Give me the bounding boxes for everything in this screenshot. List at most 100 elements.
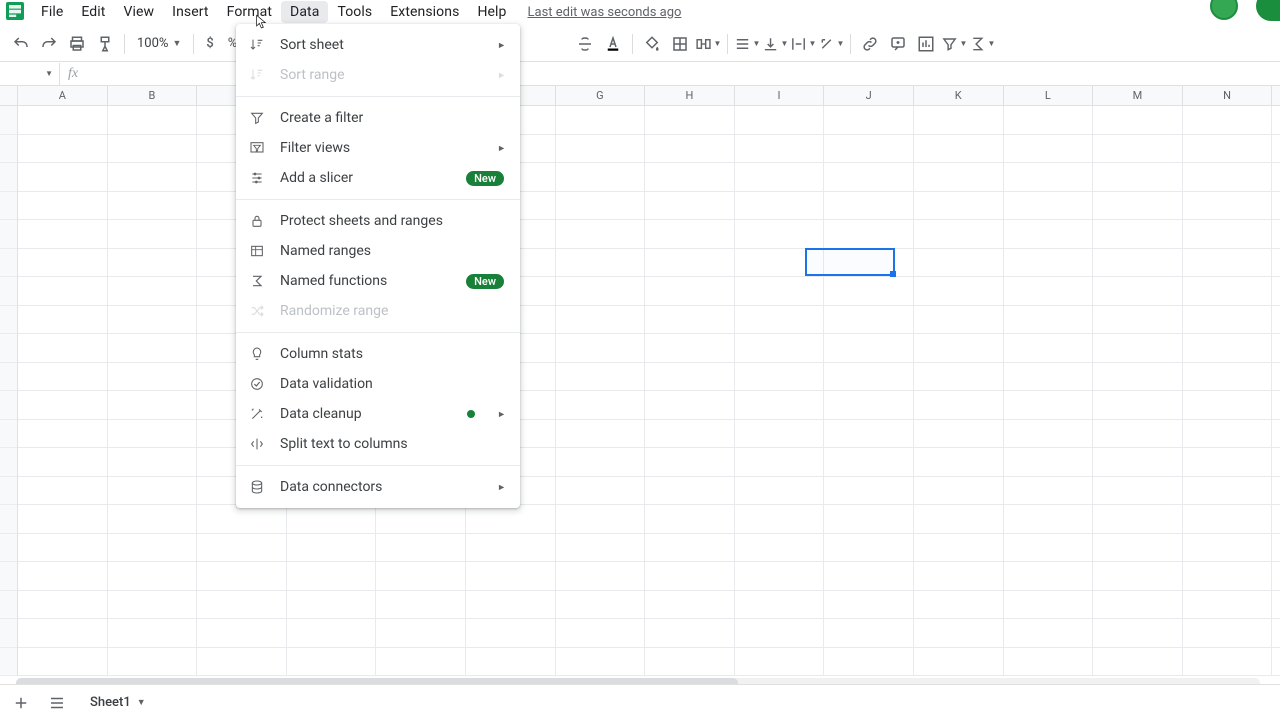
cell[interactable] <box>824 562 914 590</box>
cell[interactable] <box>18 135 108 163</box>
cell[interactable] <box>556 391 646 419</box>
cell[interactable] <box>1183 505 1273 533</box>
cell[interactable] <box>914 534 1004 562</box>
redo-button[interactable] <box>36 31 62 57</box>
cell[interactable] <box>108 163 198 191</box>
insert-comment-button[interactable] <box>885 31 911 57</box>
cell[interactable] <box>645 648 735 676</box>
cell[interactable] <box>108 420 198 448</box>
cell[interactable] <box>1004 220 1094 248</box>
row-header[interactable] <box>0 534 17 563</box>
cell[interactable] <box>466 505 556 533</box>
cell[interactable] <box>824 391 914 419</box>
cell[interactable] <box>1183 363 1273 391</box>
cell[interactable] <box>1093 106 1183 134</box>
cell[interactable] <box>556 334 646 362</box>
account-avatar[interactable] <box>1210 0 1238 20</box>
cell[interactable] <box>197 648 287 676</box>
menu-help[interactable]: Help <box>468 1 515 23</box>
cell[interactable] <box>108 619 198 647</box>
row-header[interactable] <box>0 648 17 677</box>
cell[interactable] <box>1093 192 1183 220</box>
cell[interactable] <box>376 648 466 676</box>
cell[interactable] <box>466 591 556 619</box>
row-header[interactable] <box>0 562 17 591</box>
cell[interactable] <box>18 562 108 590</box>
cell[interactable] <box>466 648 556 676</box>
undo-button[interactable] <box>8 31 34 57</box>
menu-item-data-cleanup[interactable]: Data cleanup► <box>236 399 520 429</box>
cell[interactable] <box>556 591 646 619</box>
cell[interactable] <box>1093 619 1183 647</box>
row-header[interactable] <box>0 277 17 306</box>
menu-data[interactable]: Data <box>281 1 328 23</box>
cell[interactable] <box>1183 648 1273 676</box>
menu-format[interactable]: Format <box>218 1 281 23</box>
cell[interactable] <box>1093 306 1183 334</box>
cell[interactable] <box>18 420 108 448</box>
horizontal-align-button[interactable]: ▼ <box>734 31 760 57</box>
cell[interactable] <box>108 135 198 163</box>
cell[interactable] <box>645 249 735 277</box>
cell[interactable] <box>914 420 1004 448</box>
cell[interactable] <box>914 249 1004 277</box>
cell[interactable] <box>1004 163 1094 191</box>
cell[interactable] <box>824 334 914 362</box>
cell[interactable] <box>645 448 735 476</box>
cell[interactable] <box>287 562 377 590</box>
row-header[interactable] <box>0 448 17 477</box>
cell[interactable] <box>1004 106 1094 134</box>
cell[interactable] <box>824 163 914 191</box>
menu-item-data-validation[interactable]: Data validation <box>236 369 520 399</box>
cell[interactable] <box>645 391 735 419</box>
row-header[interactable] <box>0 505 17 534</box>
cell[interactable] <box>1004 505 1094 533</box>
filter-toolbar-button[interactable]: ▼ <box>941 31 967 57</box>
cell[interactable] <box>824 591 914 619</box>
cell[interactable] <box>914 306 1004 334</box>
cell[interactable] <box>645 619 735 647</box>
row-header[interactable] <box>0 106 17 135</box>
cell[interactable] <box>197 591 287 619</box>
column-header[interactable]: I <box>735 86 825 105</box>
cell[interactable] <box>735 648 825 676</box>
cell[interactable] <box>108 249 198 277</box>
cell[interactable] <box>1004 277 1094 305</box>
cell[interactable] <box>18 391 108 419</box>
cell[interactable] <box>824 505 914 533</box>
cell[interactable] <box>735 106 825 134</box>
cell[interactable] <box>287 534 377 562</box>
cell[interactable] <box>18 505 108 533</box>
print-button[interactable] <box>64 31 90 57</box>
cell[interactable] <box>197 562 287 590</box>
cell[interactable] <box>376 619 466 647</box>
cell[interactable] <box>108 192 198 220</box>
row-header[interactable] <box>0 391 17 420</box>
cell[interactable] <box>735 505 825 533</box>
cell[interactable] <box>376 534 466 562</box>
cell[interactable] <box>914 106 1004 134</box>
cell[interactable] <box>556 135 646 163</box>
cell[interactable] <box>645 363 735 391</box>
cell[interactable] <box>466 562 556 590</box>
strikethrough-button[interactable] <box>572 31 598 57</box>
menu-insert[interactable]: Insert <box>163 1 217 23</box>
menu-item-named-ranges[interactable]: Named ranges <box>236 236 520 266</box>
cell[interactable] <box>735 192 825 220</box>
cell[interactable] <box>1093 163 1183 191</box>
cell[interactable] <box>914 135 1004 163</box>
cell[interactable] <box>914 591 1004 619</box>
text-wrap-button[interactable]: ▼ <box>790 31 816 57</box>
cell[interactable] <box>1093 420 1183 448</box>
text-rotation-button[interactable]: ▼ <box>818 31 844 57</box>
cell[interactable] <box>735 135 825 163</box>
cell[interactable] <box>18 591 108 619</box>
cell[interactable] <box>18 334 108 362</box>
cell[interactable] <box>108 505 198 533</box>
cell[interactable] <box>1093 220 1183 248</box>
cell[interactable] <box>108 220 198 248</box>
menu-view[interactable]: View <box>114 1 163 23</box>
cell[interactable] <box>735 477 825 505</box>
cell[interactable] <box>824 135 914 163</box>
menu-item-split-text-to-columns[interactable]: Split text to columns <box>236 429 520 459</box>
